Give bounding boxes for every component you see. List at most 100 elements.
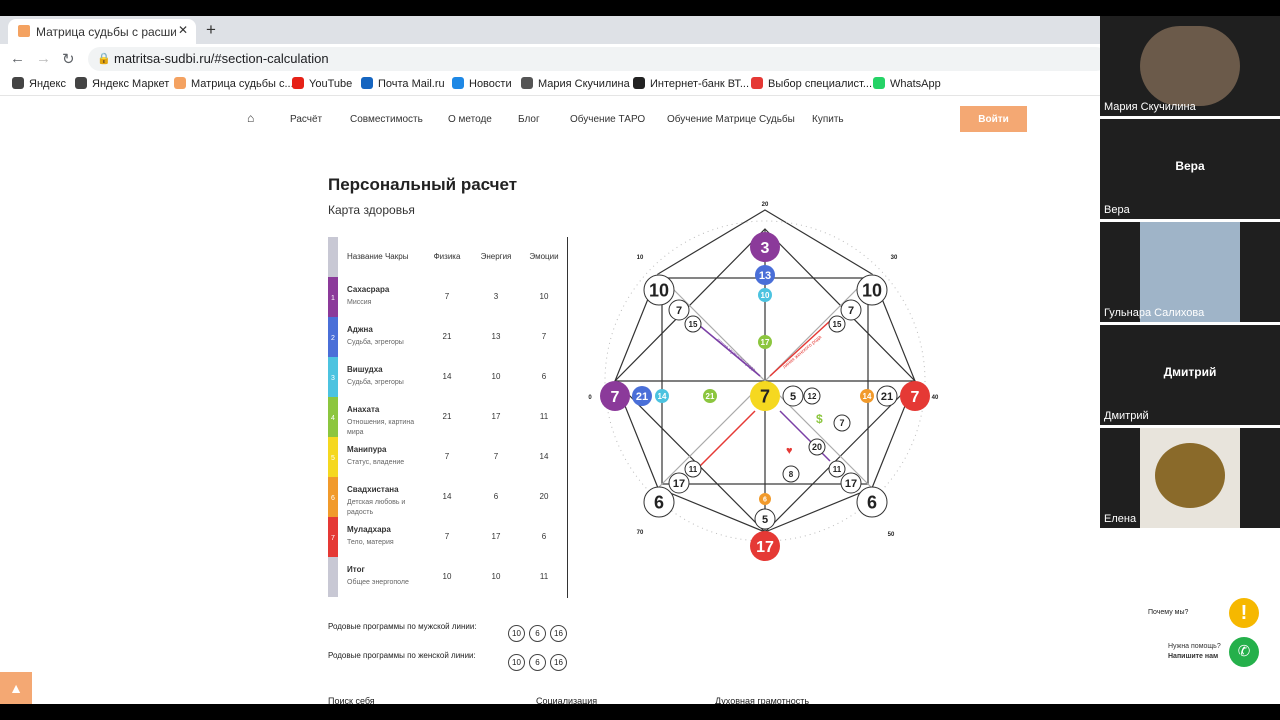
matrix-node-center: 7 [750,381,780,411]
back-icon[interactable]: ← [10,50,25,67]
alert-button[interactable]: ! [1229,598,1259,628]
nav-link[interactable]: Блог [518,114,540,125]
participant-name: Мария Скучилина [1104,101,1196,113]
participant-tile[interactable]: Гульнара Салихова [1100,222,1280,322]
participant-tile[interactable]: Елена [1100,428,1280,528]
participant-name: Гульнара Салихова [1104,307,1205,319]
matrix-node-top2: 13 [755,265,775,285]
login-button[interactable]: Войти [960,106,1027,132]
home-icon[interactable]: ⌂ [247,111,254,125]
matrix-node-right: 7 [900,381,930,411]
energy-value: 17 [491,412,501,421]
rod-value: 16 [550,625,567,642]
chakra-description: Детская любовь и радость [347,499,406,516]
matrix-node-value: 21 [636,391,648,403]
age-label: 40 [932,395,939,401]
matrix-node-right2: 21 [876,385,898,407]
physics-value: 21 [442,332,452,341]
browser-tab[interactable]: Матрица судьбы с расшифровк ✕ [8,19,196,44]
bookmark-item[interactable]: WhatsApp [873,77,941,90]
line-label: линия мужского рода [715,337,757,373]
nav-link[interactable]: Обучение Матрице Судьбы [667,114,795,125]
matrix-node-value: 8 [789,470,794,479]
tab-title: Матрица судьбы с расшифровк [36,25,176,39]
matrix-node-value: 7 [839,418,844,428]
participant-video [1140,428,1240,528]
energy-value: 6 [493,492,499,501]
section-label: Духовная грамотность [715,696,810,704]
matrix-node-br: 6 [856,486,888,518]
nav-link[interactable]: Расчёт [290,114,322,125]
nav-link[interactable]: Купить [812,114,844,125]
matrix-node-bl3: 11 [684,460,702,478]
physics-value: 10 [442,572,452,581]
participant-name: Дмитрий [1104,410,1149,422]
chakra-table: Название Чакры Физика Энергия Эмоции 1 Са… [328,237,568,598]
forward-icon[interactable]: → [36,50,51,67]
bookmark-item[interactable]: YouTube [292,77,352,90]
section-label: Социализация [536,696,598,704]
chakra-description: Тело, материя [347,539,394,546]
whatsapp-button[interactable]: ✆ [1229,637,1259,667]
physics-value: 7 [444,292,450,301]
nav-link[interactable]: О методе [448,114,492,125]
bookmark-item[interactable]: Матрица судьбы с... [174,77,294,90]
page-subtitle: Карта здоровья [328,203,415,217]
column-header: Физика [433,252,461,261]
matrix-node-value: 17 [673,478,685,490]
matrix-node-value: 10 [862,280,882,300]
matrix-node-value: 6 [867,492,877,512]
matrix-node-value: 5 [790,391,796,403]
matrix-node-mid21: 21 [703,389,717,403]
matrix-node-value: 17 [845,478,857,490]
bookmark-item[interactable]: Мария Скучилина [521,77,630,90]
nav-link[interactable]: Совместимость [350,114,423,125]
url-field[interactable]: 🔒 matritsa-sudbi.ru/#section-calculation [88,47,1108,71]
table-row: 5 Манипура Статус, владение 7 7 14 [328,437,568,477]
destiny-matrix-diagram: 3 13 10 7 21 14 7 21 14 17 5 6 7 5 12 17 21 10 7 15 10 7 15 6 17… [588,202,939,561]
emotion-value: 20 [539,492,549,501]
bookmark-item[interactable]: Выбор специалист... [751,77,872,90]
emotion-value: 11 [539,572,549,581]
scroll-up-button[interactable]: ▲ [0,672,32,704]
close-tab-icon[interactable]: ✕ [178,23,188,37]
chakra-name: Итог [347,565,365,574]
chakra-color-bar: 2 [328,317,338,357]
bookmark-item[interactable]: Яндекс Маркет [75,77,169,90]
participant-initial: Дмитрий [1163,365,1217,379]
physics-value: 7 [444,532,450,541]
table-row: 3 Вишудха Судьба, эгрегоры 14 10 6 [328,357,568,397]
energy-value: 17 [491,532,501,541]
energy-value: 10 [491,572,501,581]
participant-tile[interactable]: Мария Скучилина [1100,16,1280,116]
matrix-node-tl: 10 [643,274,675,306]
matrix-node-bl2: 17 [668,472,690,494]
bookmark-item[interactable]: Яндекс [12,77,66,90]
emotion-value: 14 [539,452,549,461]
bookmark-item[interactable]: Интернет-банк ВТ... [633,77,749,90]
chakra-description: Миссия [347,299,372,306]
bookmark-item[interactable]: Новости [452,77,512,90]
bookmark-item[interactable]: Почта Mail.ru [361,77,445,90]
matrix-node-value: 5 [762,514,768,526]
rod-value: 10 [508,654,525,671]
table-row: 2 Аджна Судьба, эгрегоры 21 13 7 [328,317,568,357]
chakra-color-bar: 6 [328,477,338,517]
participant-tile[interactable]: Вера Вера [1100,119,1280,219]
matrix-node-heart17: 17 [758,335,772,349]
column-header: Название Чакры [347,252,409,261]
physics-value: 21 [442,412,452,421]
physics-value: 14 [442,372,452,381]
matrix-node-tr2: 7 [840,299,862,321]
reload-icon[interactable]: ↻ [62,50,75,68]
matrix-node-br2: 17 [840,472,862,494]
participant-tile[interactable]: Дмитрий Дмитрий [1100,325,1280,425]
new-tab-icon[interactable]: + [206,20,216,40]
rod-value: 16 [550,654,567,671]
chakra-description: Отношения, картина мира [347,419,415,436]
chakra-description: Общее энергополе [347,579,409,586]
chakra-name: Свадхистана [347,485,399,494]
matrix-node-bottom: 17 [750,531,780,561]
nav-link[interactable]: Обучение ТАРО [570,114,645,125]
matrix-node-top3: 10 [758,288,772,302]
